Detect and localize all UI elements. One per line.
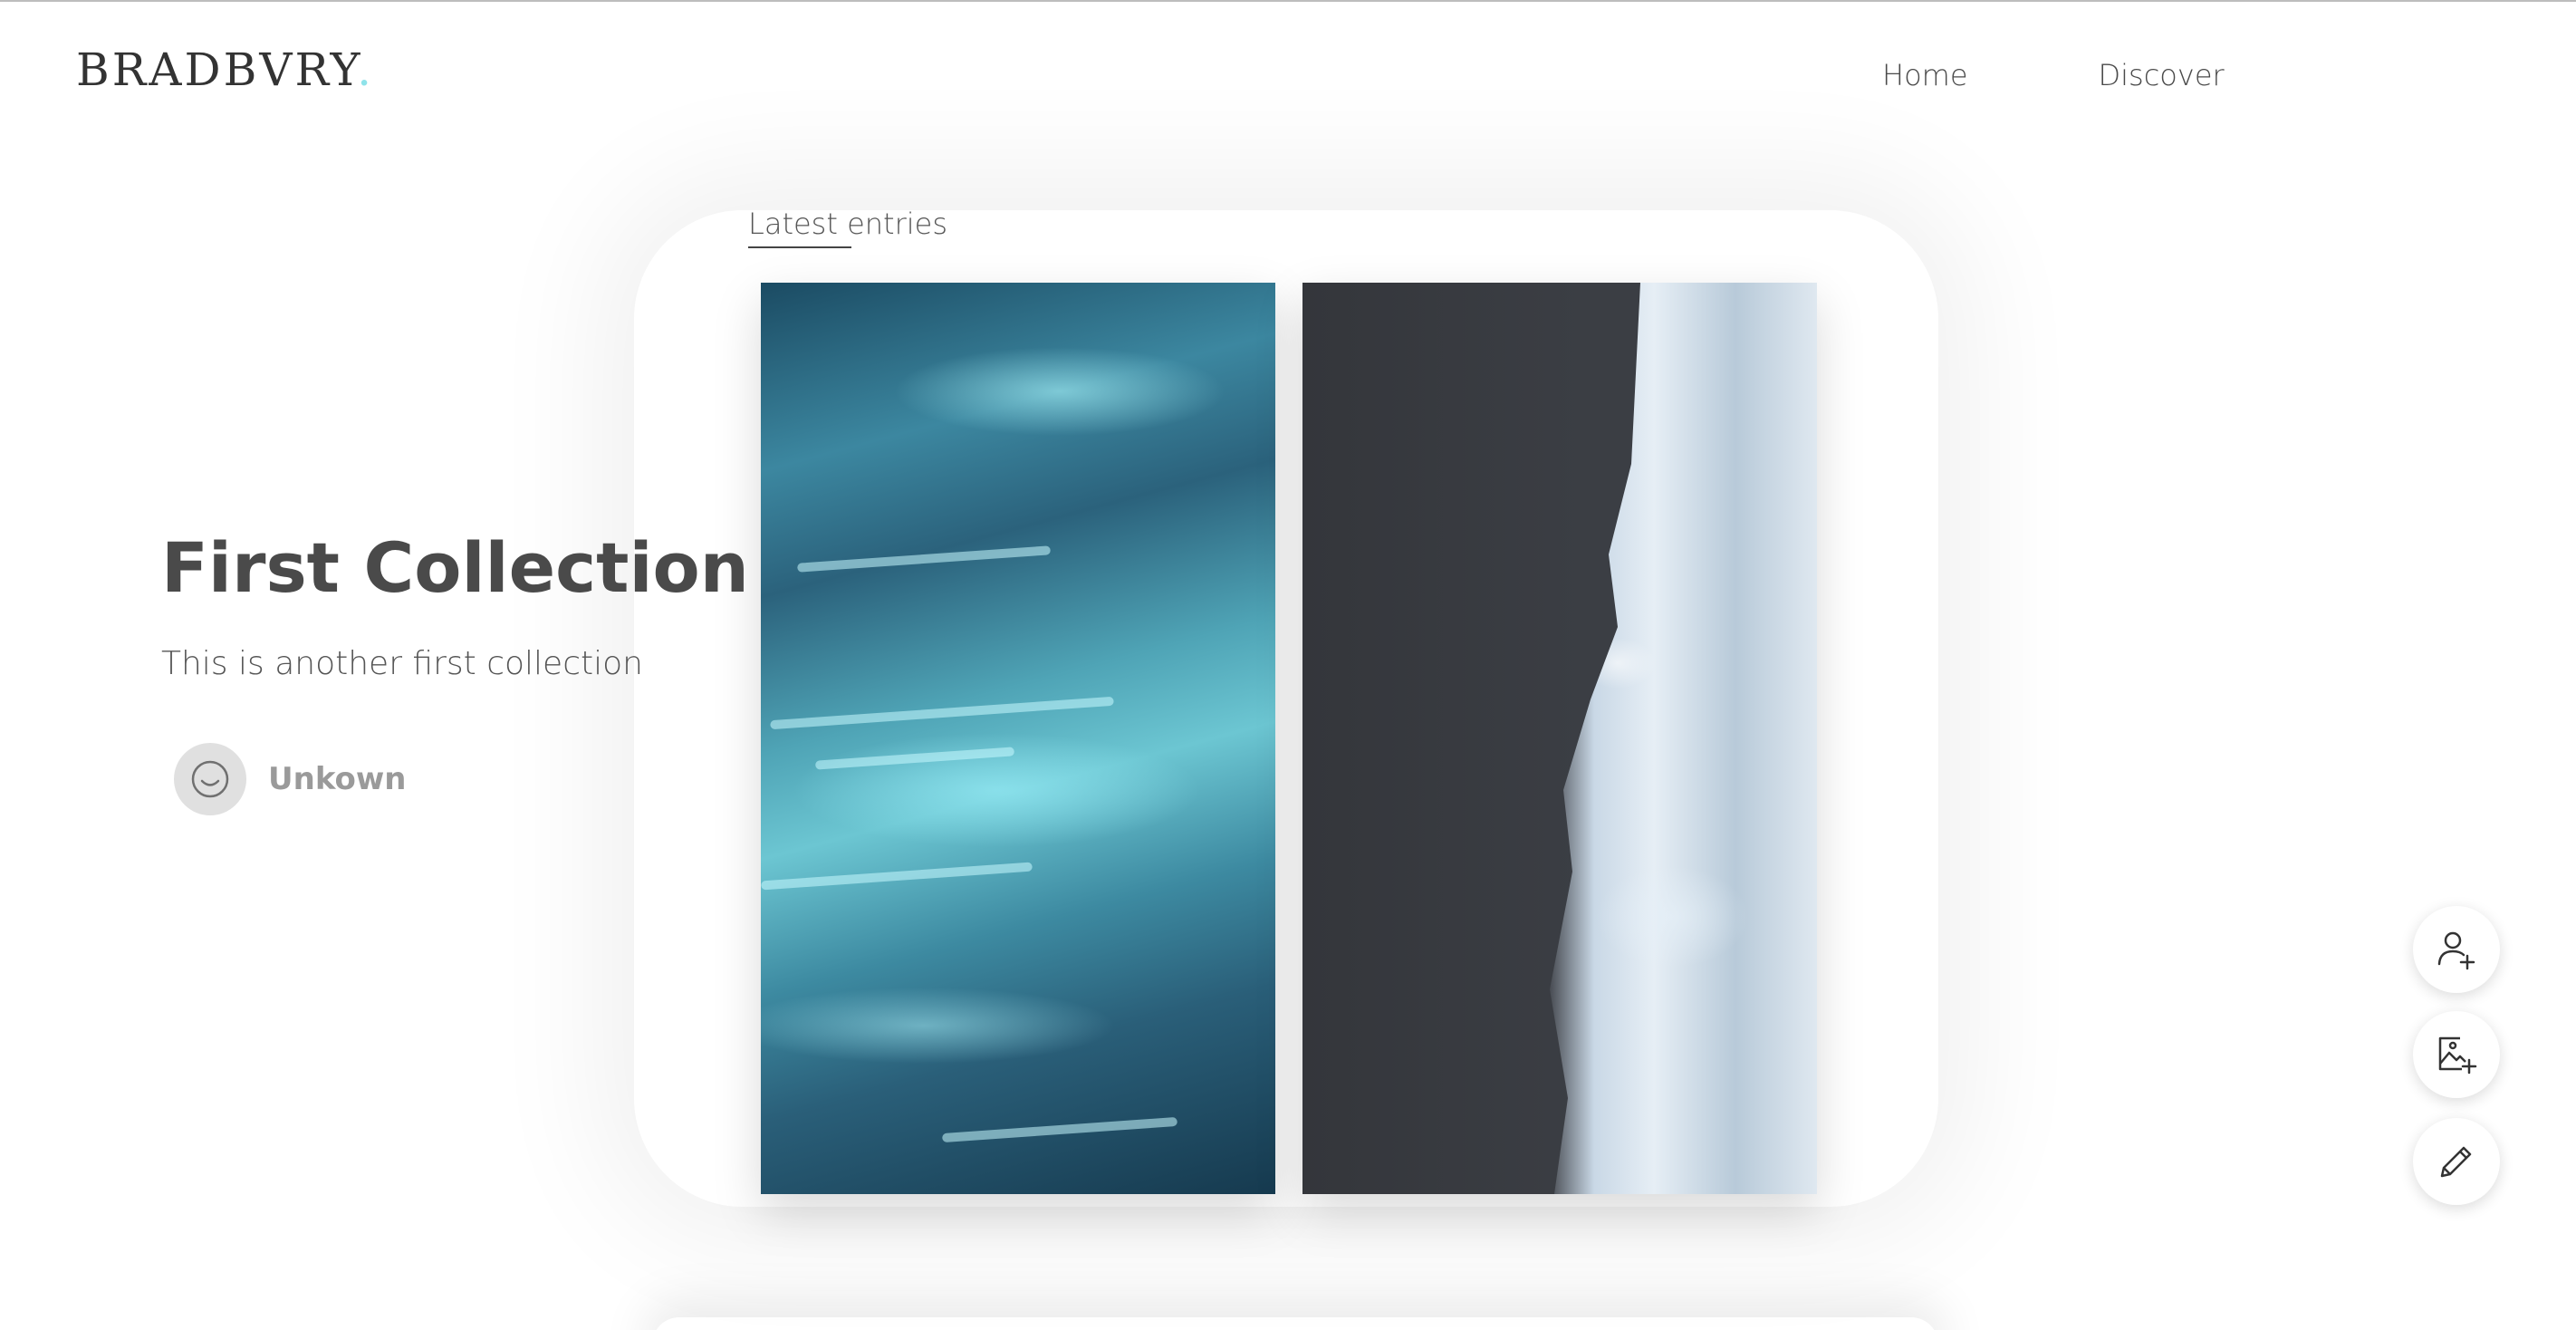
nav-home-link[interactable]: Home [1882, 58, 1968, 92]
logo-dot: . [357, 43, 375, 96]
latest-entries-label: Latest entries [748, 207, 947, 248]
collection-description: This is another first collection [161, 645, 643, 682]
latest-entries-text: Latest entries [748, 207, 947, 241]
bottom-shadow [652, 1317, 1938, 1330]
add-image-icon [2438, 1036, 2477, 1075]
avatar [174, 743, 246, 815]
ice-streak [761, 862, 1033, 891]
logo-text: BRADBVRY [76, 43, 358, 96]
ice-streak [770, 696, 1114, 730]
entry-card-ice[interactable] [761, 283, 1275, 1194]
author-name: Unkown [268, 761, 407, 797]
collection-author[interactable]: Unkown [174, 743, 407, 815]
ice-streak [941, 1116, 1178, 1143]
smiley-icon [191, 760, 229, 798]
edit-button[interactable] [2413, 1118, 2500, 1205]
collection-title: First Collection [161, 527, 749, 608]
shore-foam [1550, 283, 1817, 1194]
logo-link[interactable]: BRADBVRY. [76, 43, 374, 96]
page: BRADBVRY. Home Discover Latest entries F… [0, 0, 2576, 1330]
add-user-icon [2437, 931, 2475, 970]
nav-discover-link[interactable]: Discover [2099, 58, 2225, 92]
section-underline [748, 246, 851, 248]
main-nav: Home Discover [1882, 58, 2225, 92]
ice-streak [814, 747, 1015, 770]
entry-card-shore[interactable] [1302, 283, 1817, 1194]
ice-streak [796, 545, 1052, 573]
add-image-button[interactable] [2413, 1011, 2500, 1098]
add-user-button[interactable] [2413, 906, 2500, 993]
pencil-icon [2440, 1146, 2472, 1178]
